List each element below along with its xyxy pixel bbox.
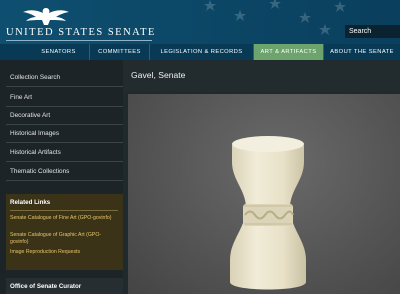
sidebar-item-historical-images[interactable]: Historical Images [6, 125, 123, 143]
logo-divider [6, 40, 152, 41]
link-graphic-art-catalogue[interactable]: Senate Catalogue of Graphic Art (GPO-gov… [10, 232, 118, 246]
curator-heading[interactable]: Office of Senate Curator [6, 278, 123, 294]
page-title-bar: Gavel, Senate [123, 60, 400, 92]
sidebar: Collection Search Fine Art Decorative Ar… [0, 60, 123, 294]
ivory-gavel-image[interactable] [228, 132, 308, 294]
senate-logo[interactable]: UNITED STATES SENATE [6, 2, 154, 42]
eagle-icon [23, 8, 69, 25]
nav-legislation-records[interactable]: LEGISLATION & RECORDS [150, 44, 254, 60]
stars-pattern [204, 0, 346, 35]
sidebar-item-thematic-collections[interactable]: Thematic Collections [6, 163, 123, 181]
nav-committees[interactable]: COMMITTEES [90, 44, 150, 60]
link-fine-art-catalogue[interactable]: Senate Catalogue of Fine Art (GPO-govinf… [10, 215, 118, 222]
related-links-box: Related Links Senate Catalogue of Fine A… [6, 194, 123, 270]
sidebar-item-collection-search[interactable]: Collection Search [6, 69, 123, 87]
logo-text: UNITED STATES SENATE [6, 27, 156, 38]
sidebar-item-decorative-art[interactable]: Decorative Art [6, 107, 123, 125]
site-header: UNITED STATES SENATE Search [0, 0, 400, 44]
link-image-reproduction[interactable]: Image Reproduction Requests [10, 249, 118, 256]
related-links-title: Related Links [10, 199, 51, 206]
artifact-image-area [128, 94, 400, 294]
nav-art-artifacts[interactable]: ART & ARTIFACTS [254, 44, 324, 60]
nav-about-senate[interactable]: ABOUT THE SENATE [324, 44, 400, 60]
page-title: Gavel, Senate [131, 70, 186, 80]
search-input[interactable]: Search [345, 25, 400, 38]
sidebar-item-historical-artifacts[interactable]: Historical Artifacts [6, 144, 123, 162]
nav-senators[interactable]: SENATORS [28, 44, 90, 60]
related-links-divider [10, 210, 118, 211]
main-nav: SENATORS COMMITTEES LEGISLATION & RECORD… [0, 44, 400, 60]
sidebar-item-fine-art[interactable]: Fine Art [6, 89, 123, 107]
